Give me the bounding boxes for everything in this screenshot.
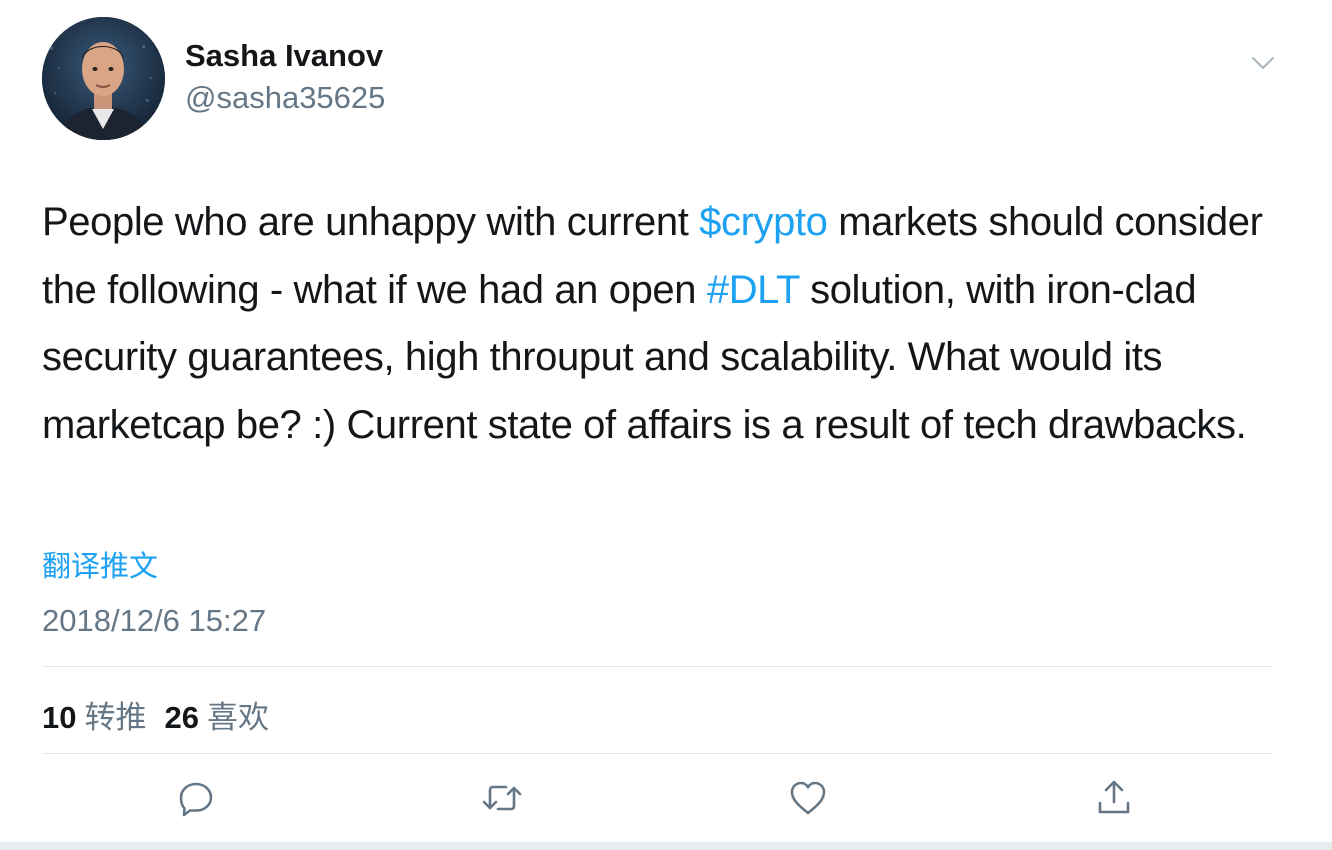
likes-label: 喜欢 [206,700,269,735]
reply-button[interactable] [174,776,218,820]
tweet-card: Sasha Ivanov @sasha35625 People who are … [0,0,1332,842]
retweet-icon [482,785,522,811]
likes-count: 26 [164,700,199,735]
engagement-stats: 10 转推 26 喜欢 [42,692,287,737]
tweet-timestamp[interactable]: 2018/12/6 15:27 [42,603,266,639]
bottom-separator [0,842,1332,850]
likes-stat[interactable]: 26 喜欢 [164,692,268,737]
tweet-text: People who are unhappy with current $cry… [42,189,1292,459]
retweet-button[interactable] [480,776,524,820]
divider [42,753,1272,754]
retweets-count: 10 [42,700,77,735]
tweet-text-segment: People who are unhappy with current [42,200,700,244]
like-icon [790,781,826,815]
author-name[interactable]: Sasha Ivanov [185,38,383,74]
retweets-stat[interactable]: 10 转推 [42,692,146,737]
hashtag-link[interactable]: #DLT [707,268,800,312]
share-icon [1098,780,1130,814]
author-handle[interactable]: @sasha35625 [185,80,385,116]
reply-icon [179,782,213,817]
share-button[interactable] [1092,776,1136,820]
avatar[interactable] [42,17,165,140]
translate-tweet-link[interactable]: 翻译推文 [42,543,158,585]
retweets-label: 转推 [84,700,147,735]
like-button[interactable] [786,776,830,820]
cashtag-link[interactable]: $crypto [699,200,828,244]
divider [42,666,1272,667]
chevron-down-icon[interactable] [1248,48,1278,78]
